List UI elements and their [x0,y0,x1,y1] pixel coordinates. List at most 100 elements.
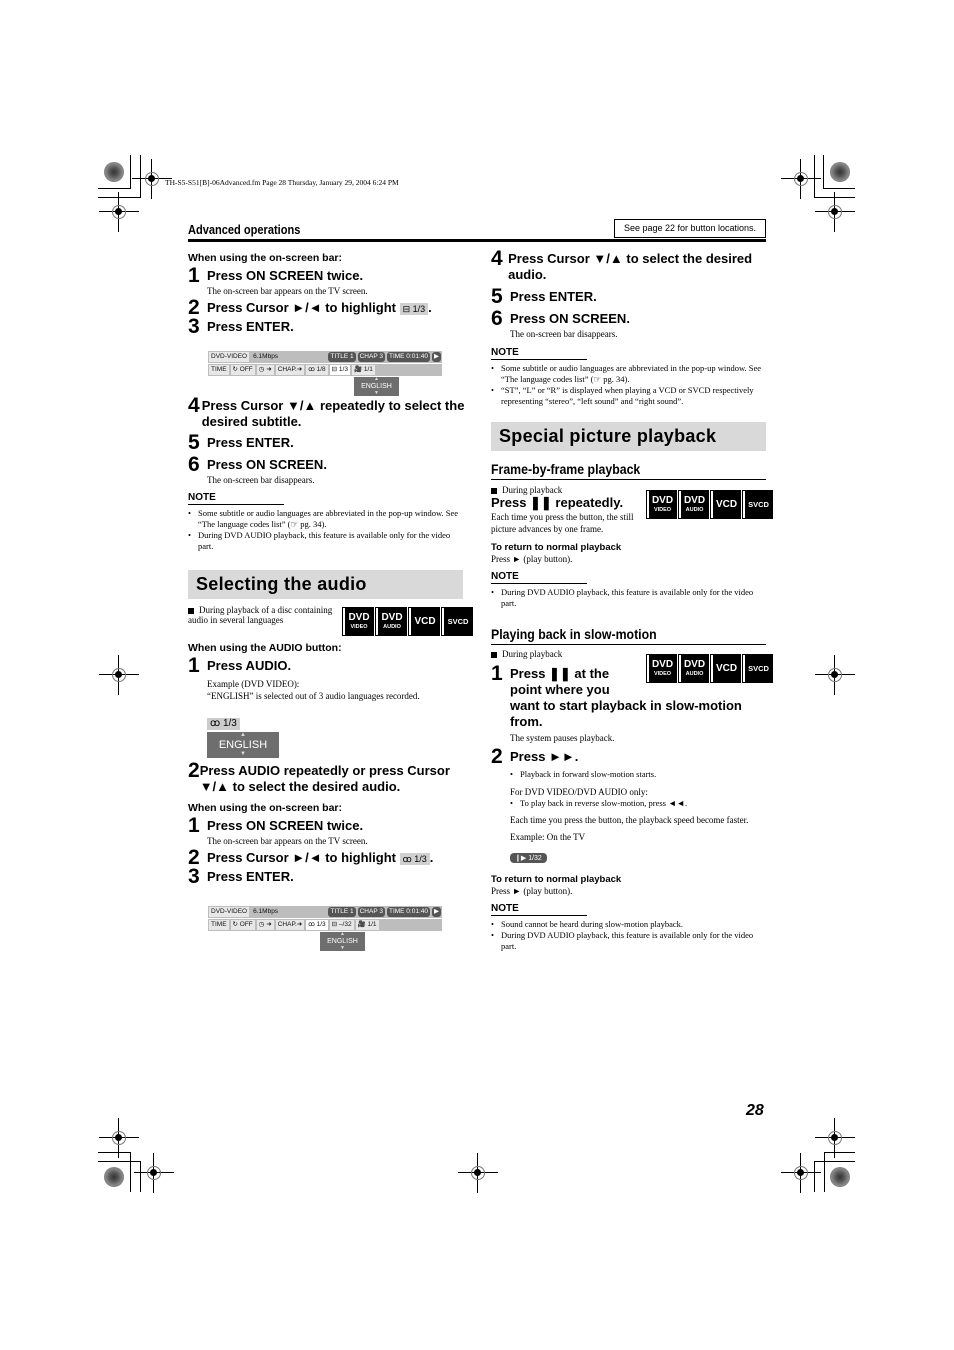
reverse-bullets: To play back in reverse slow-motion, pre… [510,798,766,809]
audio-example-display: ꝏ 1/3 ▲ ENGLISH ▼ [207,713,279,758]
note-title: NOTE [491,347,587,360]
note-list: Sound cannot be heard during slow-motion… [491,919,766,952]
osb-audio: ꝏ 1/3 [306,920,328,930]
step-desc: The on-screen bar appears on the TV scre… [207,286,368,296]
step-number: 3 [188,315,200,338]
step-text-after: . [428,300,432,315]
step: 4 Press Cursor ▼/▲ repeatedly to select … [188,395,466,430]
badge-bottom: AUDIO [383,623,401,630]
badge-top: DVD [381,611,403,623]
badge-dvd-audio: DVD AUDIO [375,607,407,636]
disc-badges: DVD VIDEO DVD AUDIO VCD SVCD [646,654,773,683]
step-text: Press ENTER. [510,289,597,304]
step: 2 Press Cursor ►/◄ to highlight ⊟ 1/3. [188,297,466,318]
section-label: Advanced operations [188,222,301,237]
color-target-icon [104,1167,124,1187]
registration-mark-icon [815,1118,855,1158]
down-arrow-icon: ▼ [340,945,345,951]
badge-top: DVD [683,658,706,670]
step: 2 Press AUDIO repeatedly or press Cursor… [188,760,468,795]
step-number: 1 [188,264,200,287]
bullet-square-icon [188,607,194,614]
popup-value: ENGLISH [218,739,268,751]
note-title: NOTE [188,492,284,505]
disc-badges: DVD VIDEO DVD AUDIO VCD SVCD [646,490,773,519]
audio-popup: ▲ ENGLISH ▼ [207,732,279,758]
audio-track-label: ꝏ 1/3 [207,718,240,730]
subtitle-icon: ⊟ 1/3 [399,302,429,315]
badge-svcd: SVCD [742,490,773,519]
note-list: During DVD AUDIO playback, this feature … [491,587,766,609]
badge-vcd: VCD [408,607,440,636]
condition-text: During playback of a disc containing aud… [188,605,333,625]
on-screen-bar: DVD-VIDEO 6.1Mbps TITLE 1 CHAP 3 TIME 0:… [208,351,442,396]
crop-line [130,1152,131,1192]
color-target-icon [104,162,124,182]
return-text: Press ► (play button). [491,886,573,896]
slow-step-1: 1 Press ❚❚ at the point where you want t… [491,663,766,952]
badge-bottom: VIDEO [350,623,368,630]
step-text: Press Cursor ►/◄ to highlight ⊟ 1/3. [207,298,432,316]
badge-dvd-video: DVD VIDEO [342,607,374,636]
step: 5 Press ENTER. [491,286,766,307]
registration-mark-icon [134,1153,174,1193]
step-text: Press Cursor ▼/▲ repeatedly to select th… [201,398,465,429]
return-text: Press ► (play button). [491,554,573,564]
section-title: Special picture playback [499,426,717,446]
crop-line [98,188,130,189]
osb-time-search: ◷ ➜ [256,365,274,375]
badge-bottom: AUDIO [685,506,704,513]
step: 6 Press ON SCREEN. [188,453,466,476]
osb-bitrate: 6.1Mbps [253,908,279,915]
osb-disc-type: DVD-VIDEO [209,352,250,362]
page-number: 28 [746,1102,764,1119]
when-label: When using the AUDIO button: [188,642,342,654]
osb-row-2: TIME ↻ OFF ◷ ➜ CHAP.➜ ꝏ 1/8 ⊟ 1/3 🎥 1/1 [208,364,442,376]
osb-next-icon: ▶ [432,907,441,917]
badge-bottom: VIDEO [653,506,672,513]
return-title: To return to normal playback [491,542,622,553]
step-number: 6 [188,453,200,476]
badge-dvd-audio: DVD AUDIO [678,490,709,519]
step-text: Press ENTER. [207,869,294,884]
step-text: Press Cursor ▼/▲ to select the desired a… [508,251,753,282]
registration-mark-icon [458,1153,498,1193]
step: 5 Press ENTER. [188,432,466,453]
bullet-square-icon [491,651,497,658]
badge-bottom: VIDEO [653,670,672,677]
osb-time-button: TIME [209,365,229,375]
step-bullets: Playback in forward slow-motion starts. [510,769,766,780]
osb-next-icon: ▶ [432,352,441,362]
condition-text: During playback [502,485,563,495]
step-number: 1 [188,654,200,677]
color-target-icon [830,162,850,182]
registration-mark-icon [815,655,855,695]
osb-time: TIME 0:01:40 [386,907,430,917]
step-text-before: Press Cursor ►/◄ to highlight [207,850,396,865]
osb-chapter-search: CHAP.➜ [275,365,305,375]
note-title: NOTE [491,571,587,584]
dvd-only-label: For DVD VIDEO/DVD AUDIO only: [510,787,648,797]
audio-instructions-cont: 4 Press Cursor ▼/▲ to select the desired… [491,248,766,407]
osb-time: TIME 0:01:40 [386,352,430,362]
step-number: 3 [188,865,200,888]
step-number: 6 [491,307,503,330]
badge-dvd-audio: DVD AUDIO [678,654,709,683]
down-arrow-icon: ▼ [240,751,246,757]
note-list: Some subtitle or audio languages are abb… [188,508,466,552]
osb-subtitle: ⊟ –/32 [329,920,354,930]
registration-mark-icon [99,1118,139,1158]
step-text: Press ENTER. [207,319,294,334]
when-label: When using the on-screen bar: [188,252,343,264]
osb-chapter: CHAP 3 [357,907,385,917]
subsection-title: Frame-by-frame playback [491,461,641,477]
note-item: During DVD AUDIO playback, this feature … [491,587,766,609]
note-item: “ST”, “L” or “R” is displayed when playi… [491,385,766,407]
return-title: To return to normal playback [491,874,622,885]
file-header: TH-S5-S51[B]-06Advanced.fm Page 28 Thurs… [165,178,399,187]
step-desc: The system pauses playback. [510,733,615,743]
badge-vcd: VCD [710,654,741,683]
osb-angle: 🎥 1/1 [355,920,379,930]
step-text: Press ON SCREEN. [207,457,327,472]
osb-row-2: TIME ↻ OFF ◷ ➜ CHAP.➜ ꝏ 1/3 ⊟ –/32 🎥 1/1 [208,919,442,931]
